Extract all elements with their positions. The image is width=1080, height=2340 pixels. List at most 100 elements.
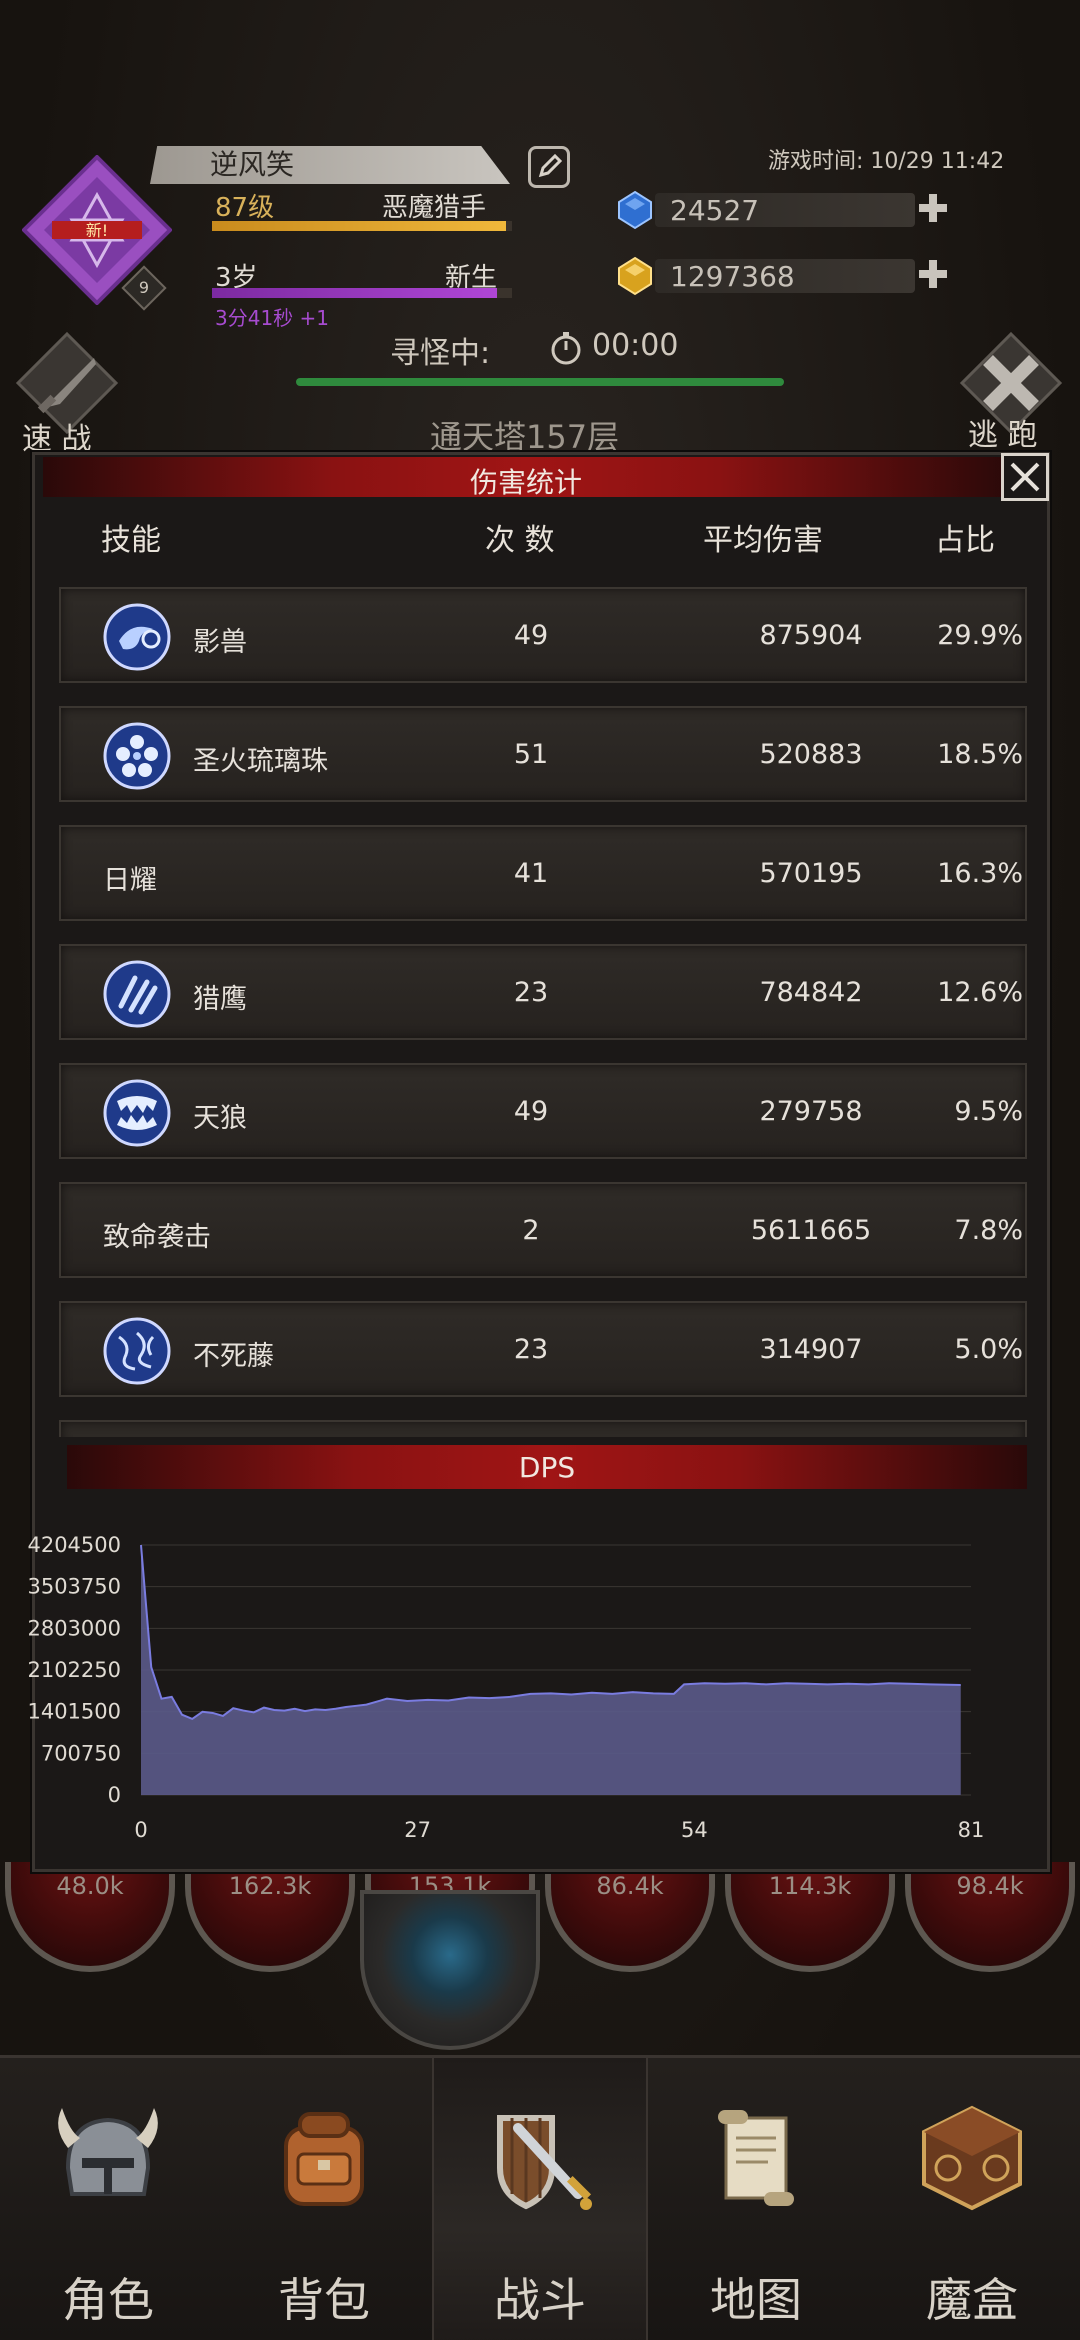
search-timer: 00:00 xyxy=(592,328,679,363)
nav-item-bag[interactable]: 背包 xyxy=(216,2058,432,2340)
y-tick-label: 2102250 xyxy=(27,1658,121,1682)
game-time: 游戏时间: 10/29 11:42 xyxy=(768,149,1005,174)
y-tick-label: 3503750 xyxy=(27,1575,121,1599)
close-button[interactable] xyxy=(1001,453,1049,501)
skill-name: 天狼 xyxy=(193,1103,247,1134)
currency-diamond: 24527 xyxy=(615,190,955,230)
skill-percent: 16.3% xyxy=(937,858,1023,889)
falcon-icon xyxy=(103,960,171,1028)
nav-label: 角色 xyxy=(62,2273,154,2327)
nav-item-map[interactable]: 地图 xyxy=(648,2058,864,2340)
skill-name: 影兽 xyxy=(193,627,247,658)
player-level: 87级 xyxy=(215,193,275,223)
battle-stat-value: 114.3k xyxy=(768,1872,852,1900)
column-header-count: 次 数 xyxy=(485,523,555,558)
holy-fire-orb-icon xyxy=(103,722,171,790)
skill-avg-damage: 520883 xyxy=(759,739,863,770)
table-row[interactable]: 不死藤 23 314907 5.0% xyxy=(59,1301,1027,1397)
dps-title: DPS xyxy=(518,1451,576,1484)
skill-percent: 12.6% xyxy=(937,977,1023,1008)
skill-avg-damage: 5611665 xyxy=(750,1215,872,1246)
badge-level: 9 xyxy=(138,278,150,297)
helmet-icon xyxy=(58,2108,158,2196)
player-class: 恶魔猎手 xyxy=(382,193,487,223)
x-tick-label: 54 xyxy=(681,1818,708,1842)
skill-avg-damage: 279758 xyxy=(759,1096,863,1127)
skill-count: 41 xyxy=(513,858,549,889)
battle-stat-value: 98.4k xyxy=(956,1872,1024,1900)
y-tick-label: 4204500 xyxy=(27,1533,121,1557)
table-row[interactable]: 致命袭击 2 5611665 7.8% xyxy=(59,1182,1027,1278)
xp-bar-fill xyxy=(212,221,506,231)
gold-gem-icon xyxy=(618,256,652,296)
table-row[interactable]: 天狼 49 279758 9.5% xyxy=(59,1063,1027,1159)
dps-chart: 4204500 3503750 2803000 2102250 1401500 70075… xyxy=(27,1533,985,1842)
battle-stat-value: 48.0k xyxy=(56,1872,124,1900)
currency-value: 24527 xyxy=(670,194,760,227)
battle-stat-value: 162.3k xyxy=(228,1872,312,1900)
damage-table[interactable]: 影兽 49 875904 29.9% 圣火琉璃珠 51 520883 18.5%… xyxy=(59,587,1027,1437)
nav-label: 战斗 xyxy=(494,2273,586,2327)
y-tick-label: 1401500 xyxy=(27,1700,121,1724)
skill-percent: 29.9% xyxy=(937,620,1023,651)
sky-wolf-icon xyxy=(103,1079,171,1147)
table-row[interactable]: 猎鹰 23 784842 12.6% xyxy=(59,944,1027,1040)
player-name: 逆风笑 xyxy=(150,146,510,184)
y-tick-label: 2803000 xyxy=(27,1616,121,1640)
skill-percent: 7.8% xyxy=(954,1215,1023,1246)
column-header-avg: 平均伤害 xyxy=(703,523,823,558)
stopwatch-icon xyxy=(551,332,581,365)
nav-item-battle[interactable]: 战斗 xyxy=(432,2058,648,2340)
skill-avg-damage: 875904 xyxy=(759,620,863,651)
skill-count: 49 xyxy=(513,1096,549,1127)
column-header-skill: 技能 xyxy=(101,523,161,558)
skill-avg-damage: 314907 xyxy=(759,1334,863,1365)
currency-value: 1297368 xyxy=(670,260,795,293)
damage-stats-modal: 伤害统计 技能 次 数 平均伤害 占比 影兽 49 875904 29.9% 圣… xyxy=(27,452,1050,1872)
battle-stat-value: 86.4k xyxy=(596,1872,664,1900)
age-timer: 3分41秒 +1 xyxy=(215,306,330,330)
search-status: 寻怪中: xyxy=(390,336,491,371)
y-tick-label: 0 xyxy=(108,1783,121,1807)
age-bar-fill xyxy=(212,288,497,298)
skill-count: 23 xyxy=(513,977,549,1008)
skill-count: 49 xyxy=(513,620,549,651)
bottom-nav: 角色 背包 战斗 地图 魔盒 xyxy=(0,2055,1080,2340)
backpack-icon xyxy=(284,2112,364,2206)
undying-vine-icon xyxy=(103,1317,171,1385)
add-diamond-icon[interactable] xyxy=(915,190,951,226)
close-icon xyxy=(1010,462,1040,492)
table-row[interactable]: 影兽 49 875904 29.9% xyxy=(59,587,1027,683)
nav-label: 背包 xyxy=(278,2273,370,2327)
nav-item-role[interactable]: 角色 xyxy=(0,2058,216,2340)
skill-name: 不死藤 xyxy=(193,1341,274,1372)
player-header: 新! 9 逆风笑 87级 恶魔猎手 3岁 新生 3分41秒 +1 游戏时间: 1… xyxy=(0,0,1080,470)
skill-percent: 5.0% xyxy=(954,1334,1023,1365)
skill-percent: 18.5% xyxy=(937,739,1023,770)
modal-title: 伤害统计 xyxy=(469,466,582,499)
edit-name-icon[interactable] xyxy=(528,146,570,188)
nav-item-magic-box[interactable]: 魔盒 xyxy=(864,2058,1080,2340)
skill-avg-damage: 570195 xyxy=(759,858,863,889)
skill-name: 圣火琉璃珠 xyxy=(193,746,328,777)
search-progress-bar xyxy=(296,378,784,386)
x-tick-label: 81 xyxy=(958,1818,985,1842)
dps-title-bar: DPS xyxy=(67,1445,1027,1489)
y-tick-label: 700750 xyxy=(41,1741,121,1765)
skill-name: 猎鹰 xyxy=(193,984,247,1015)
flee-button[interactable]: 逃 跑 xyxy=(968,410,1038,454)
x-tick-label: 0 xyxy=(134,1818,147,1842)
column-header-pct: 占比 xyxy=(935,523,995,558)
magic-box-icon xyxy=(922,2105,1022,2211)
add-gold-icon[interactable] xyxy=(915,256,951,292)
table-row[interactable]: 日耀 41 570195 16.3% xyxy=(59,825,1027,921)
skill-count: 51 xyxy=(513,739,549,770)
nav-label: 魔盒 xyxy=(926,2273,1018,2327)
currency-gold: 1297368 xyxy=(615,256,955,296)
skill-count: 23 xyxy=(513,1334,549,1365)
shadow-beast-icon xyxy=(103,603,171,671)
table-row[interactable] xyxy=(59,1420,1027,1437)
table-row[interactable]: 圣火琉璃珠 51 520883 18.5% xyxy=(59,706,1027,802)
modal-title-bar: 伤害统计 xyxy=(43,457,1009,499)
skill-count: 2 xyxy=(522,1215,540,1246)
